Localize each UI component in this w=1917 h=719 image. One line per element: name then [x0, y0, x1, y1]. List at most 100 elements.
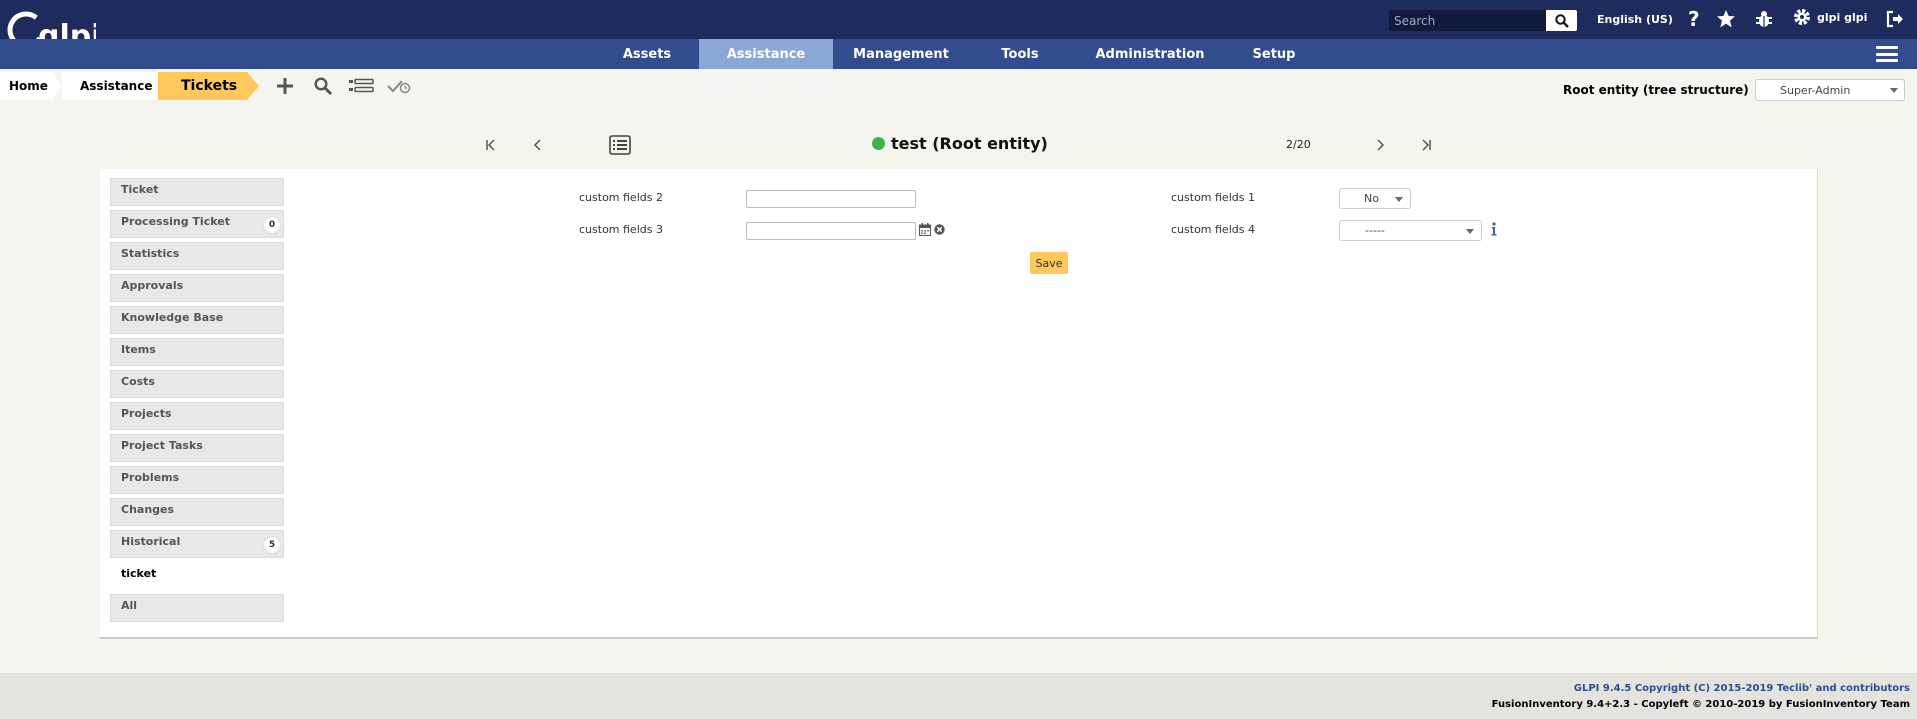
menu-management[interactable]: Management — [833, 39, 969, 69]
tab-historical[interactable]: Historical 5 — [110, 530, 284, 558]
menu-tools[interactable]: Tools — [969, 39, 1071, 69]
breadcrumb-separator — [52, 72, 62, 100]
count-badge: 5 — [263, 536, 281, 554]
gear-icon — [1794, 9, 1810, 25]
search-input[interactable] — [1389, 10, 1546, 31]
profile-select[interactable]: Super-Admin — [1755, 79, 1905, 101]
footer-copyright-glpi[interactable]: GLPI 9.4.5 Copyright (C) 2015-2019 Tecli… — [1574, 683, 1910, 694]
first-icon — [486, 139, 495, 151]
language-selector[interactable]: English (US) — [1597, 13, 1673, 26]
tab-all[interactable]: All — [110, 594, 284, 622]
custom-field-2-input[interactable] — [746, 190, 916, 208]
next-record-button[interactable] — [1369, 134, 1391, 156]
breadcrumb-tickets[interactable]: Tickets — [158, 72, 247, 100]
chevron-right-icon — [1377, 139, 1385, 151]
calendar-icon[interactable] — [919, 223, 931, 236]
tab-approvals[interactable]: Approvals — [110, 274, 284, 302]
tab-processing-ticket[interactable]: Processing Ticket 0 — [110, 210, 284, 238]
top-bar: glpi English (US) ? glpi glpi — [0, 0, 1917, 54]
tab-items[interactable]: Items — [110, 338, 284, 366]
tab-label: Statistics — [121, 247, 180, 260]
main-menu-bar: Assets Assistance Management Tools Admin… — [0, 39, 1917, 69]
footer: GLPI 9.4.5 Copyright (C) 2015-2019 Tecli… — [0, 673, 1917, 719]
custom-field-4-select[interactable]: ----- — [1339, 220, 1482, 241]
main-menu: Assets Assistance Management Tools Admin… — [595, 39, 1319, 69]
search-icon[interactable] — [309, 75, 337, 97]
menu-assets[interactable]: Assets — [595, 39, 699, 69]
tab-ticket[interactable]: Ticket — [110, 178, 284, 206]
list-templates-icon[interactable] — [347, 75, 375, 97]
global-search — [1389, 10, 1579, 31]
tab-label: Project Tasks — [121, 439, 203, 452]
last-icon — [1422, 139, 1431, 151]
tab-label: Processing Ticket — [121, 215, 230, 228]
tab-statistics[interactable]: Statistics — [110, 242, 284, 270]
menu-administration[interactable]: Administration — [1071, 39, 1229, 69]
custom-field-3-label: custom fields 3 — [579, 223, 663, 236]
status-icon — [872, 137, 885, 150]
tab-changes[interactable]: Changes — [110, 498, 284, 526]
custom-field-3-date-input[interactable] — [746, 222, 916, 240]
menu-setup[interactable]: Setup — [1229, 39, 1319, 69]
search-button[interactable] — [1546, 10, 1577, 31]
chevron-down-icon — [1466, 229, 1474, 234]
tab-label: Approvals — [121, 279, 184, 292]
record-counter: 2/20 — [1286, 138, 1311, 151]
list-view-button[interactable] — [608, 134, 632, 156]
bug-icon[interactable] — [1753, 8, 1775, 30]
breadcrumb-assistance[interactable]: Assistance — [62, 72, 158, 100]
tab-label: Ticket — [121, 183, 159, 196]
tab-label: Items — [121, 343, 156, 356]
custom-field-1-label: custom fields 1 — [1171, 191, 1255, 204]
save-button[interactable]: Save — [1030, 252, 1068, 274]
logout-icon[interactable] — [1884, 8, 1906, 30]
svg-text:?: ? — [1688, 9, 1700, 29]
tab-label: Projects — [121, 407, 172, 420]
breadcrumb-separator — [247, 72, 259, 100]
chevron-down-icon — [1395, 197, 1403, 202]
user-menu[interactable]: glpi glpi — [1793, 8, 1867, 26]
footer-copyright-fusioninventory: FusionInventory 9.4+2.3 - Copyleft © 201… — [1491, 699, 1910, 710]
tab-label: All — [121, 599, 138, 612]
tab-label: Knowledge Base — [121, 311, 224, 324]
record-title-text: test (Root entity) — [891, 134, 1048, 153]
breadcrumb-home[interactable]: Home — [0, 72, 52, 100]
tab-problems[interactable]: Problems — [110, 466, 284, 494]
custom-field-2-label: custom fields 2 — [579, 191, 663, 204]
tab-costs[interactable]: Costs — [110, 370, 284, 398]
tab-ticket-custom[interactable]: ticket — [110, 562, 284, 590]
profile-value: Super-Admin — [1780, 83, 1851, 97]
star-icon[interactable] — [1715, 8, 1737, 30]
previous-record-button[interactable] — [527, 134, 549, 156]
first-record-button[interactable] — [480, 134, 502, 156]
tab-label: ticket — [121, 567, 157, 580]
user-name: glpi glpi — [1817, 10, 1868, 24]
validate-time-icon[interactable] — [385, 75, 413, 97]
tab-projects[interactable]: Projects — [110, 402, 284, 430]
hamburger-menu-icon[interactable] — [1876, 44, 1898, 64]
chevron-left-icon — [533, 139, 541, 151]
info-icon[interactable] — [1490, 222, 1498, 236]
tab-project-tasks[interactable]: Project Tasks — [110, 434, 284, 462]
last-record-button[interactable] — [1415, 134, 1437, 156]
chevron-down-icon — [1890, 88, 1898, 93]
entity-label[interactable]: Root entity (tree structure) — [1563, 83, 1749, 97]
main-panel: Ticket Processing Ticket 0 Statistics App… — [100, 169, 1818, 639]
menu-assistance[interactable]: Assistance — [699, 39, 833, 69]
clear-icon[interactable] — [934, 224, 945, 235]
breadcrumb-tools — [271, 75, 413, 97]
list-icon — [609, 135, 631, 155]
count-badge: 0 — [263, 216, 281, 234]
tab-knowledge-base[interactable]: Knowledge Base — [110, 306, 284, 334]
custom-field-4-label: custom fields 4 — [1171, 223, 1255, 236]
record-title: test (Root entity) — [872, 134, 1048, 153]
tab-label: Historical — [121, 535, 181, 548]
tab-label: Costs — [121, 375, 155, 388]
search-icon — [1554, 13, 1569, 28]
custom-field-1-select[interactable]: No — [1339, 188, 1411, 209]
select-value: No — [1364, 192, 1379, 205]
add-icon[interactable] — [271, 75, 299, 97]
tab-label: Changes — [121, 503, 175, 516]
help-icon[interactable]: ? — [1683, 8, 1705, 30]
tab-list: Ticket Processing Ticket 0 Statistics App… — [110, 178, 284, 626]
